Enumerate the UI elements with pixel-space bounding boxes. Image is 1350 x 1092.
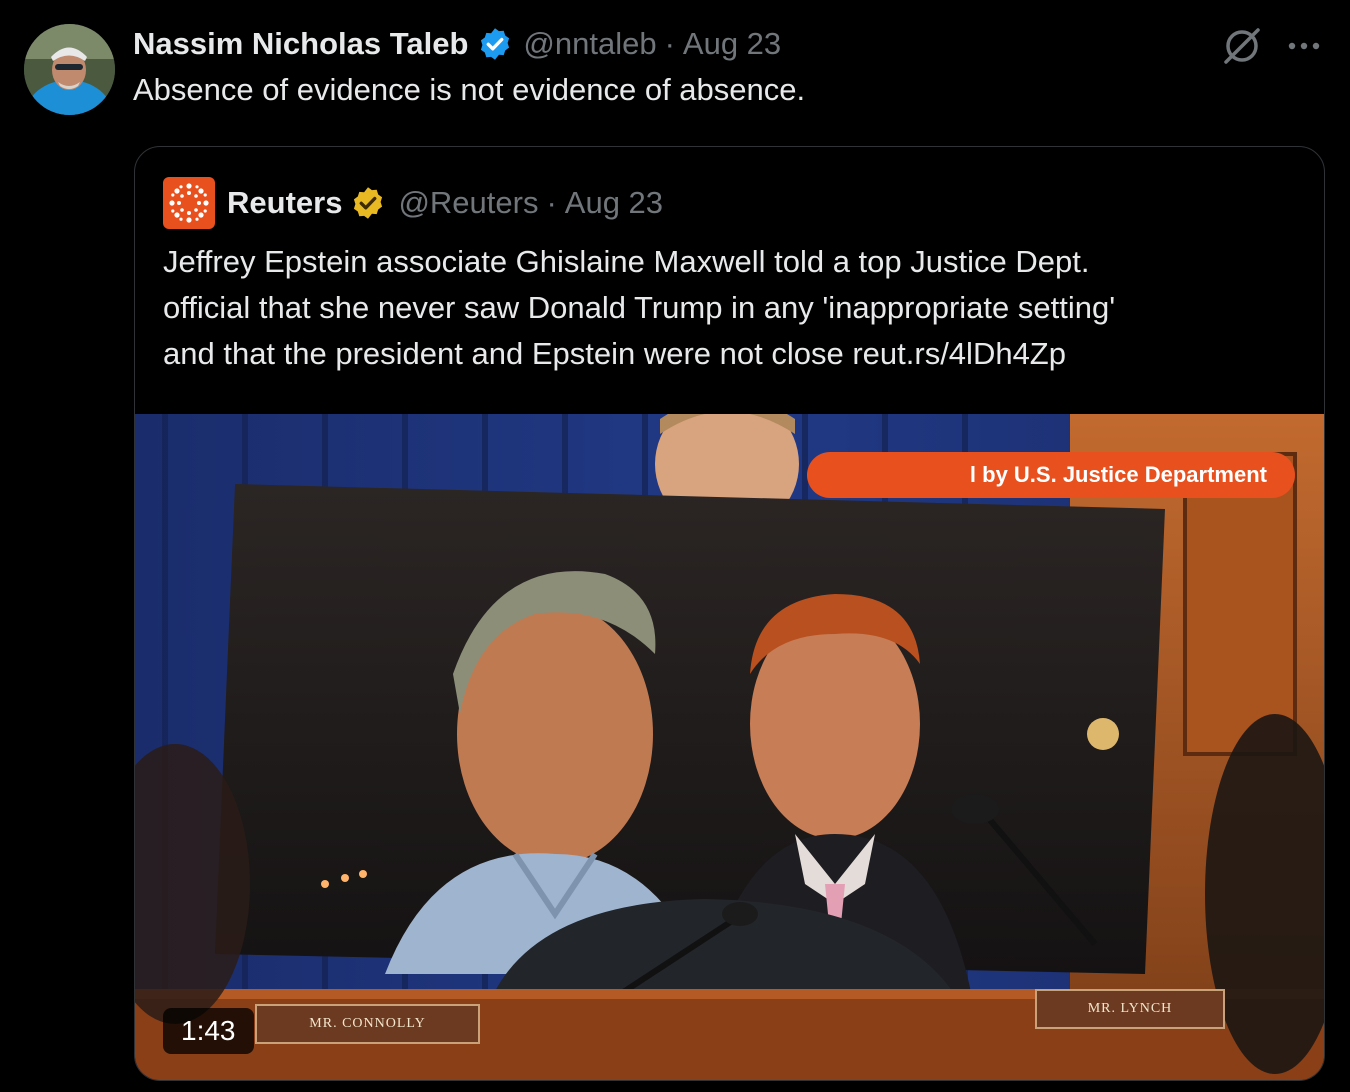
- grok-icon[interactable]: [1220, 24, 1264, 68]
- quoted-tweet-header: Reuters @Reuters · Aug 23: [163, 177, 663, 229]
- quoted-separator: ·: [546, 185, 557, 220]
- quoted-tweet-card[interactable]: Reuters @Reuters · Aug 23 Jeffrey Epstei…: [134, 146, 1325, 1081]
- quoted-tweet-link[interactable]: reut.rs/4lDh4Zp: [852, 336, 1066, 371]
- nameplate-left: MR. CONNOLLY: [255, 1004, 480, 1044]
- quoted-text-line: official that she never saw Donald Trump…: [163, 290, 1116, 325]
- tweet-date[interactable]: Aug 23: [683, 26, 781, 62]
- gold-verified-badge-icon: [350, 185, 386, 221]
- quoted-author-handle[interactable]: @Reuters: [398, 185, 538, 221]
- nameplate-right-text: MR. LYNCH: [1087, 1001, 1173, 1016]
- author-name[interactable]: Nassim Nicholas Taleb: [133, 26, 468, 62]
- video-player[interactable]: l by U.S. Justice Department MR. CONNOLL…: [135, 414, 1324, 1080]
- video-caption-overlay: l by U.S. Justice Department: [807, 452, 1295, 498]
- nameplate-left-text: MR. CONNOLLY: [309, 1016, 426, 1031]
- overlay-caption-text: l by U.S. Justice Department: [969, 462, 1267, 487]
- reuters-logo-icon[interactable]: [163, 177, 215, 229]
- video-frame: [135, 414, 1324, 1080]
- video-duration: 1:43: [181, 1015, 236, 1046]
- nameplate-right: MR. LYNCH: [1035, 989, 1225, 1029]
- quoted-tweet-text: Jeffrey Epstein associate Ghislaine Maxw…: [163, 239, 1303, 377]
- tweet-header: Nassim Nicholas Taleb @nntaleb · Aug 23: [133, 22, 781, 66]
- quoted-text-line-with-link: and that the president and Epstein were …: [163, 331, 1303, 377]
- author-handle[interactable]: @nntaleb: [523, 26, 656, 62]
- more-icon[interactable]: [1284, 30, 1324, 62]
- video-duration-badge: 1:43: [163, 1008, 254, 1054]
- quoted-text-line: and that the president and Epstein were …: [163, 336, 853, 371]
- quoted-tweet-date[interactable]: Aug 23: [565, 185, 663, 221]
- quoted-author-name[interactable]: Reuters: [227, 185, 342, 221]
- separator: ·: [664, 26, 675, 61]
- author-avatar[interactable]: [24, 24, 115, 115]
- verified-badge-icon: [477, 26, 513, 62]
- quoted-text-line: Jeffrey Epstein associate Ghislaine Maxw…: [163, 244, 1090, 279]
- tweet-text: Absence of evidence is not evidence of a…: [133, 72, 806, 107]
